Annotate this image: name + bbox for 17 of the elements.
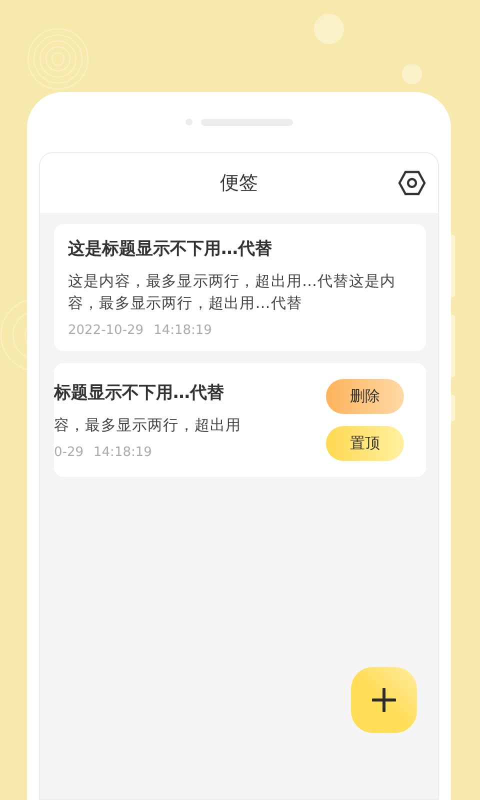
add-button[interactable]	[351, 667, 417, 733]
delete-button[interactable]: 删除	[326, 379, 404, 414]
note-date: 2022-10-29	[68, 323, 144, 339]
bubble	[314, 14, 344, 44]
app-title: 便签	[220, 171, 258, 196]
note-content: 容，最多显示两行，超出用	[54, 414, 242, 436]
note-title: 这是标题显示不下用…代替	[68, 238, 273, 261]
settings-icon[interactable]	[398, 170, 426, 196]
pin-button[interactable]: 置顶	[326, 426, 404, 461]
bubble	[402, 64, 422, 84]
ring-pattern	[28, 28, 88, 90]
note-time: 14:18:19	[154, 323, 212, 339]
note-date: 0-29	[54, 444, 84, 460]
note-content: 这是内容，最多显示两行，超出用…代替这是内容，最多显示两行，超出用…代替	[68, 271, 397, 314]
note-card[interactable]: 这是标题显示不下用…代替 这是内容，最多显示两行，超出用…代替这是内容，最多显示两行，超出用…代替 2022-10-29 14:18:19	[54, 224, 426, 351]
note-time: 14:18:19	[94, 444, 152, 460]
plus-icon	[372, 688, 396, 712]
